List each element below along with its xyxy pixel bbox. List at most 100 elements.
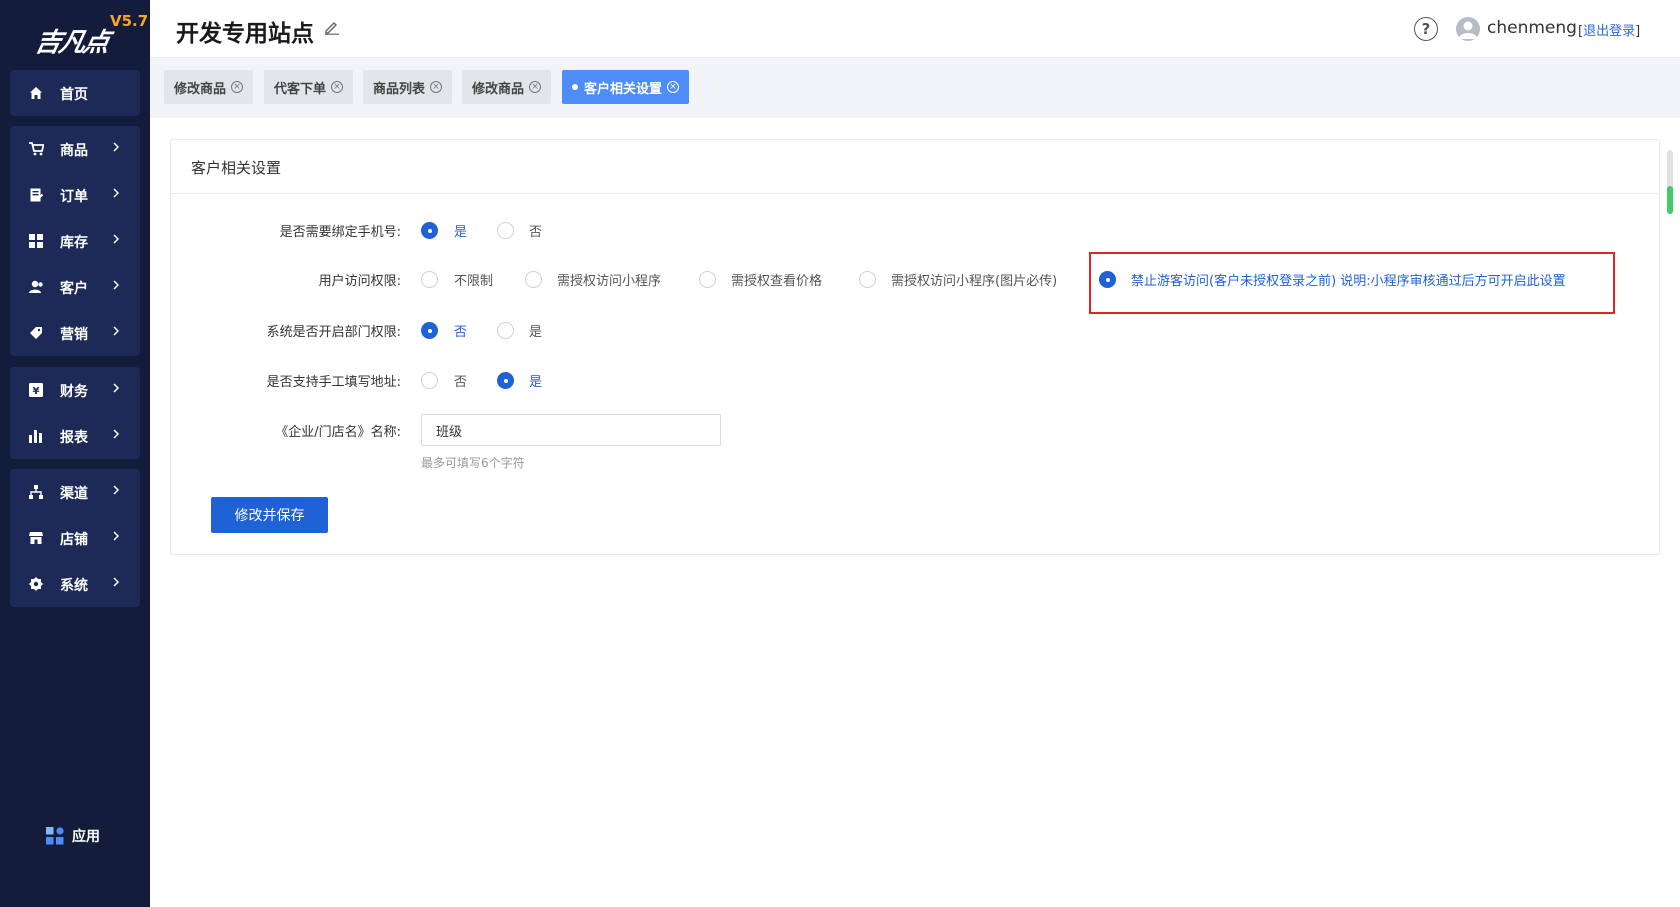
chevron-right-icon — [113, 429, 120, 439]
close-icon[interactable]: × — [331, 81, 344, 93]
inventory-icon — [28, 233, 44, 249]
logo: 吉凡点 V5.7 — [10, 8, 148, 58]
home-icon — [28, 85, 44, 101]
scrollbar[interactable] — [1667, 150, 1673, 214]
sidebar-item-system[interactable]: 系统 — [10, 561, 140, 607]
department-yes-radio[interactable] — [497, 322, 514, 339]
bind-phone-no-radio[interactable] — [497, 222, 514, 239]
sidebar-item-label: 系统 — [60, 578, 88, 594]
sidebar-item-label: 财务 — [60, 384, 88, 400]
highlight-box — [1089, 252, 1615, 314]
sidebar-item-channels[interactable]: 渠道 — [10, 469, 140, 515]
sidebar-item-inventory[interactable]: 库存 — [10, 218, 140, 264]
close-icon[interactable]: × — [667, 81, 680, 93]
sidebar-item-label: 首页 — [60, 87, 88, 103]
sidebar-item-label: 渠道 — [60, 486, 88, 502]
store-name-input[interactable] — [421, 414, 721, 446]
radio-label[interactable]: 不限制 — [454, 270, 493, 289]
chevron-right-icon — [113, 326, 120, 336]
radio-label[interactable]: 是 — [529, 371, 542, 390]
close-icon[interactable]: × — [430, 81, 443, 93]
logout-link[interactable]: 退出登录 — [1583, 24, 1635, 39]
radio-label[interactable]: 否 — [454, 321, 467, 340]
close-icon[interactable]: × — [231, 81, 244, 93]
chevron-right-icon — [113, 577, 120, 587]
apps-label: 应用 — [72, 829, 100, 845]
sidebar-item-reports[interactable]: 报表 — [10, 413, 140, 459]
cart-icon — [28, 141, 44, 157]
tab-label: 修改商品 — [174, 81, 227, 97]
access-auth-price-radio[interactable] — [699, 271, 716, 288]
nav-group-business: 商品 订单 库存 客户 营销 — [10, 126, 140, 356]
nav-group-home: 首页 — [10, 70, 140, 116]
tab-label: 代客下单 — [274, 81, 327, 97]
save-button[interactable]: 修改并保存 — [211, 497, 328, 533]
chevron-right-icon — [113, 280, 120, 290]
tab-goods-list[interactable]: 商品列表 × — [363, 70, 453, 104]
card-header: 客户相关设置 — [171, 140, 1659, 194]
radio-label[interactable]: 是 — [454, 221, 467, 240]
access-auth-image-radio[interactable] — [859, 271, 876, 288]
header: 开发专用站点 ? chenmeng [退出登录] — [150, 0, 1680, 58]
department-permission-label: 系统是否开启部门权限: — [266, 325, 401, 340]
page-title: 开发专用站点 — [176, 21, 314, 47]
chevron-right-icon — [113, 234, 120, 244]
sidebar-item-label: 报表 — [60, 430, 88, 446]
sidebar-item-label: 客户 — [60, 281, 88, 297]
sidebar-item-finance[interactable]: ¥ 财务 — [10, 367, 140, 413]
sidebar-item-label: 营销 — [60, 327, 88, 343]
scrollbar-thumb[interactable] — [1667, 186, 1673, 214]
tag-icon — [28, 325, 44, 341]
apps-button[interactable]: 应用 — [46, 826, 100, 846]
sidebar-item-marketing[interactable]: 营销 — [10, 310, 140, 356]
active-dot-icon — [572, 84, 578, 90]
order-icon — [28, 187, 44, 203]
store-name-label: 《企业/门店名》名称: — [275, 425, 401, 440]
close-icon[interactable]: × — [529, 81, 542, 93]
card-title: 客户相关设置 — [191, 159, 282, 177]
tab-proxy-order[interactable]: 代客下单 × — [264, 70, 354, 104]
help-icon[interactable]: ? — [1414, 17, 1438, 41]
sidebar: 吉凡点 V5.7 首页 商品 订单 库存 客户 营销 ¥ 财务 报表 渠道 店铺… — [0, 0, 150, 907]
access-unlimited-radio[interactable] — [421, 271, 438, 288]
chevron-right-icon — [113, 485, 120, 495]
logout-wrapper: [退出登录] — [1578, 24, 1641, 39]
manual-address-label: 是否支持手工填写地址: — [266, 375, 401, 390]
sidebar-item-customers[interactable]: 客户 — [10, 264, 140, 310]
apps-icon — [46, 827, 64, 845]
bind-phone-yes-radio[interactable] — [421, 222, 438, 239]
store-name-hint: 最多可填写6个字符 — [421, 456, 525, 470]
access-auth-miniapp-radio[interactable] — [525, 271, 542, 288]
sidebar-item-stores[interactable]: 店铺 — [10, 515, 140, 561]
radio-label[interactable]: 需授权访问小程序(图片必传) — [891, 270, 1057, 289]
sidebar-item-home[interactable]: 首页 — [10, 70, 140, 116]
svg-text:¥: ¥ — [33, 386, 40, 397]
nav-group-system: 渠道 店铺 系统 — [10, 469, 140, 607]
tab-label: 客户相关设置 — [584, 81, 663, 97]
manual-address-no-radio[interactable] — [421, 372, 438, 389]
sidebar-item-label: 订单 — [60, 189, 88, 205]
radio-label[interactable]: 是 — [529, 321, 542, 340]
logo-text: 吉凡点 — [32, 28, 111, 58]
radio-label[interactable]: 否 — [454, 371, 467, 390]
sidebar-item-label: 库存 — [60, 235, 88, 251]
sidebar-item-orders[interactable]: 订单 — [10, 172, 140, 218]
tab-edit-goods-2[interactable]: 修改商品 × — [462, 70, 552, 104]
edit-icon[interactable] — [324, 19, 340, 35]
sidebar-item-goods[interactable]: 商品 — [10, 126, 140, 172]
customer-icon — [28, 279, 44, 295]
manual-address-yes-radio[interactable] — [497, 372, 514, 389]
radio-label[interactable]: 需授权访问小程序 — [557, 270, 661, 289]
chevron-right-icon — [113, 383, 120, 393]
tab-edit-goods-1[interactable]: 修改商品 × — [164, 70, 254, 104]
avatar[interactable] — [1456, 17, 1480, 41]
department-no-radio[interactable] — [421, 322, 438, 339]
radio-label[interactable]: 需授权查看价格 — [731, 270, 822, 289]
radio-label[interactable]: 否 — [529, 221, 542, 240]
username: chenmeng — [1487, 18, 1577, 38]
tab-label: 修改商品 — [472, 81, 525, 97]
sidebar-item-label: 店铺 — [60, 532, 88, 548]
tab-customer-settings[interactable]: 客户相关设置 × — [562, 70, 690, 104]
gear-icon — [28, 576, 44, 592]
access-permission-label: 用户访问权限: — [318, 274, 401, 289]
